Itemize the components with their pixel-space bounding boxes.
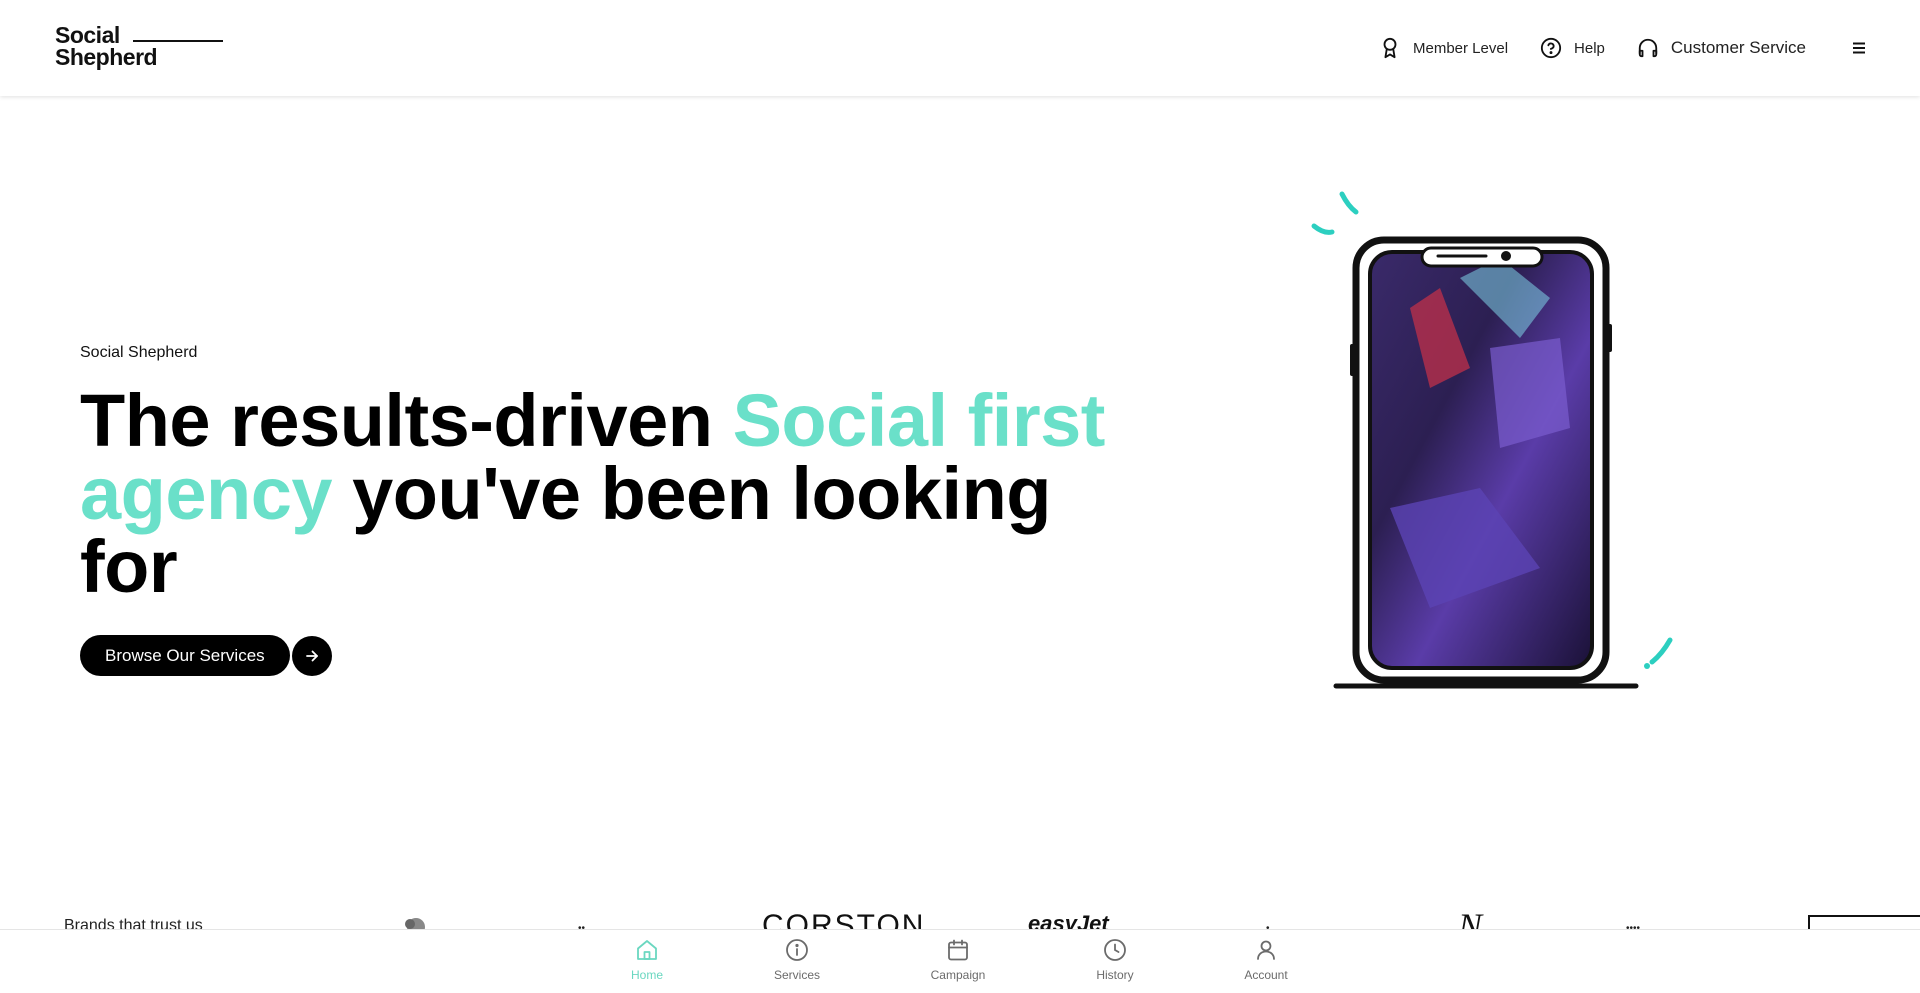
calendar-icon [948,939,968,961]
phone-illustration [1310,188,1680,698]
header-nav: Member Level Help Customer Service [1347,0,1870,96]
brand-logo-boxed [1808,915,1920,930]
bottom-nav-campaign-label: Campaign [930,968,986,982]
bottom-nav: Home Services Campaign History Account [0,929,1920,993]
bottom-nav-home-label: Home [630,968,663,982]
bottom-nav-campaign[interactable]: Campaign [913,938,1003,982]
clock-icon [1104,939,1126,961]
bottom-nav-services-label: Services [773,968,820,982]
site-header: Social Shepherd Member Level Help Custom… [0,0,1920,96]
headphones-icon [1638,38,1658,58]
logo-rule [133,40,223,42]
arrow-right-icon [305,650,318,661]
hero-title-part-1: The results-driven [80,379,733,462]
nav-customer-service[interactable]: Customer Service [1637,37,1806,59]
logo-line-1: Social [55,22,120,48]
browse-services-arrow-button[interactable] [291,635,332,676]
home-icon [637,940,657,960]
bottom-nav-history-label: History [1096,968,1134,982]
hero-eyebrow: Social Shepherd [80,344,198,361]
phone-drawing [1311,191,1673,689]
hamburger-menu-icon [1853,42,1865,54]
nav-member-level[interactable]: Member Level [1379,37,1508,59]
nav-help[interactable]: Help [1540,37,1605,59]
bottom-nav-account[interactable]: Account [1221,938,1311,982]
user-icon [1257,940,1275,960]
logo[interactable]: Social Shepherd [55,22,223,72]
hamburger-menu-button[interactable] [1848,37,1870,59]
hero-cta: Browse Our Services [80,635,332,676]
brand-logo-emblem [405,918,425,930]
brand-logo-easyjet: easyJet [1028,911,1109,930]
award-icon [1383,37,1397,59]
brand-logo-corston: CORSTON [762,909,926,930]
info-icon [786,939,808,961]
bottom-nav-home[interactable]: Home [602,938,692,982]
bottom-nav-history[interactable]: History [1070,938,1160,982]
nav-member-level-label: Member Level [1412,39,1509,57]
brands-strip: Brands that trust us •• CORSTON easyJet … [0,905,1920,930]
help-circle-icon [1540,37,1562,59]
nav-customer-service-label: Customer Service [1670,38,1806,57]
browse-services-button[interactable]: Browse Our Services [80,635,290,676]
bottom-nav-services[interactable]: Services [752,938,842,982]
nav-help-label: Help [1574,39,1605,57]
logo-line-2: Shepherd [55,44,158,70]
bottom-nav-account-label: Account [1244,968,1288,982]
brand-logo-n: N [1458,906,1483,930]
hero-title: The results-driven Social first agency y… [80,384,1120,604]
